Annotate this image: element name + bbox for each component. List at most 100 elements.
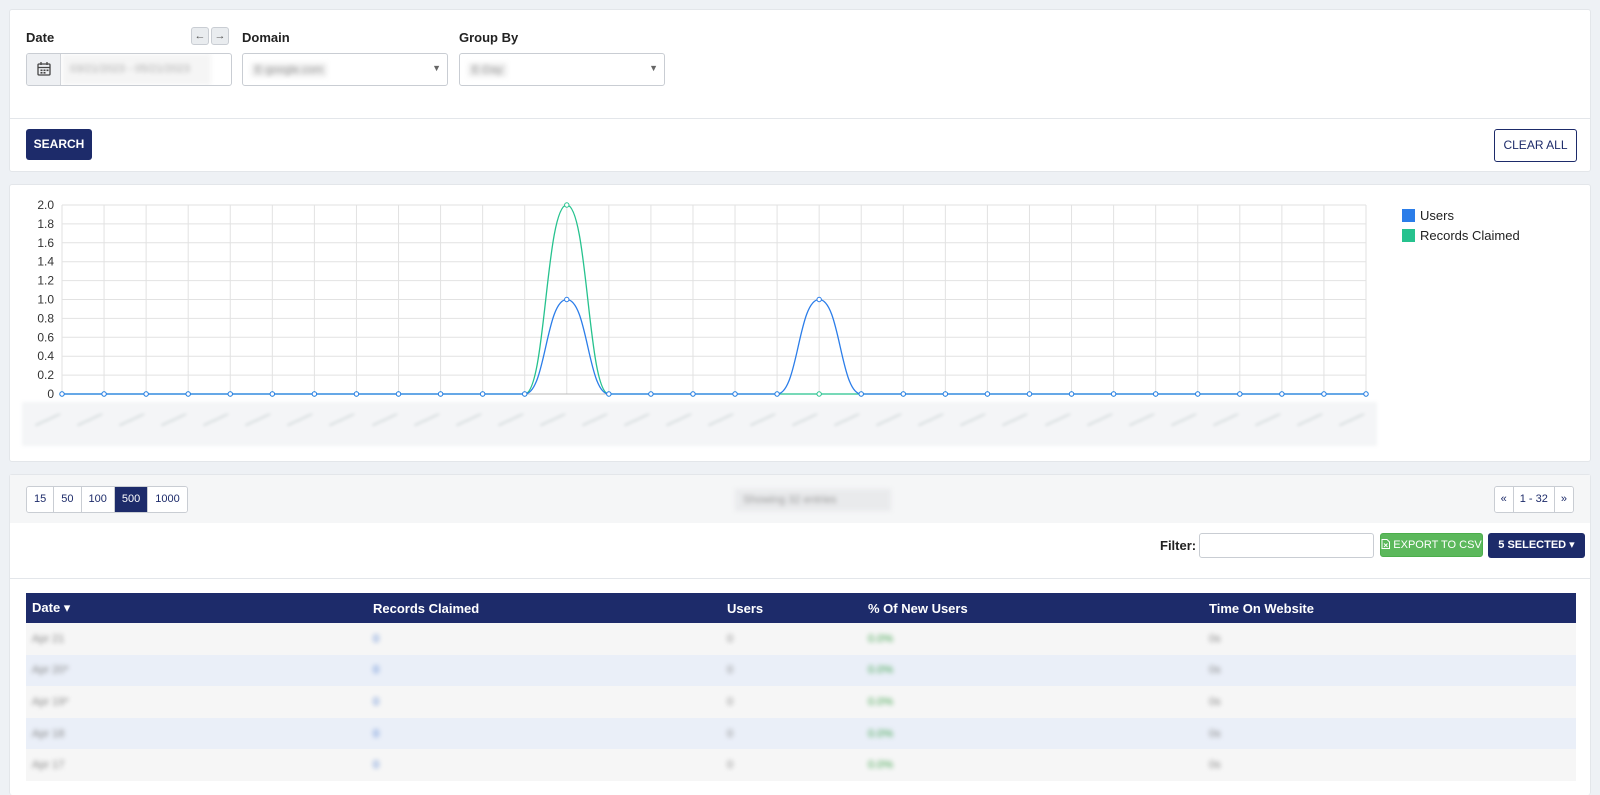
domain-select[interactable]: E-google.com ▼	[242, 53, 448, 86]
cell-records-claimed[interactable]: 0	[367, 686, 721, 718]
y-tick-label: 0.8	[37, 311, 54, 325]
data-point	[143, 391, 149, 397]
data-point	[1152, 391, 1159, 397]
data-point	[437, 391, 444, 397]
pagination: « 1 - 32 »	[1493, 486, 1574, 513]
cell-users: 0	[721, 623, 862, 655]
legend-swatch	[1402, 208, 1415, 222]
pager-next-button[interactable]: »	[1554, 487, 1573, 512]
prev-date-button[interactable]: ←	[191, 27, 209, 45]
data-point	[353, 391, 360, 397]
table-row: Apr 21 0 0 0.0% 0s	[26, 623, 1576, 655]
data-point	[227, 391, 233, 397]
cell-date: Apr 17	[26, 749, 367, 781]
page-size-option[interactable]: 1000	[148, 487, 187, 512]
data-point	[1321, 391, 1327, 397]
cell-records-claimed[interactable]: 0	[367, 623, 721, 655]
data-point	[1279, 391, 1285, 397]
date-range-field[interactable]: 03/21/2023 - 05/21/2023	[26, 53, 232, 86]
column-header-time-on-website[interactable]: Time On Website	[1203, 593, 1576, 623]
data-point	[606, 391, 612, 397]
export-csv-button[interactable]: EXPORT TO CSV	[1380, 533, 1483, 557]
legend-label: Users	[1420, 207, 1454, 223]
next-date-button[interactable]: →	[211, 27, 229, 45]
page-size-option[interactable]: 15	[27, 487, 55, 512]
cell-date: Apr 20*	[26, 654, 367, 687]
y-tick-label: 2.0	[37, 198, 54, 212]
pager-prev-button[interactable]: «	[1494, 487, 1514, 512]
column-header-records-claimed[interactable]: Records Claimed	[367, 593, 721, 623]
y-tick-label: 0.6	[37, 330, 54, 344]
table-row: Apr 17 0 0 0.0% 0s	[26, 749, 1576, 781]
data-point	[269, 391, 276, 397]
data-point	[858, 391, 864, 397]
cell-time-on-website: 0s	[1203, 749, 1576, 781]
data-point	[1068, 391, 1075, 397]
data-point	[185, 391, 191, 397]
cell-time-on-website: 0s	[1203, 654, 1576, 687]
pager-range-button[interactable]: 1 - 32	[1513, 487, 1555, 512]
search-button[interactable]: SEARCH	[26, 129, 92, 160]
chevron-down-icon: ▼	[649, 63, 658, 73]
export-csv-label: EXPORT TO CSV	[1393, 539, 1482, 551]
line-chart: 0 0.2 0.4 0.6 0.8 1.0 1.2 1.4 1.6 1.8 2.0	[37, 198, 1369, 401]
legend-item[interactable]: Records Claimed	[1402, 225, 1520, 245]
data-point	[1026, 391, 1033, 397]
cell-users: 0	[721, 686, 862, 718]
cell-records-claimed[interactable]: 0	[367, 654, 721, 687]
data-table: Date ▾ Records Claimed Users % Of New Us…	[26, 593, 1576, 781]
legend-item[interactable]: Users	[1402, 205, 1520, 225]
file-excel-icon	[1381, 539, 1393, 551]
y-tick-label: 0.2	[37, 368, 54, 382]
chart-legend: Users Records Claimed	[1402, 205, 1520, 245]
cell-new-users-pct: 0.0%	[862, 717, 1203, 750]
cell-records-claimed[interactable]: 0	[367, 749, 721, 781]
y-tick-label: 1.6	[37, 236, 54, 250]
data-point	[59, 391, 65, 397]
column-header-new-users[interactable]: % Of New Users	[862, 593, 1203, 623]
columns-selected-dropdown[interactable]: 5 SELECTED ▾	[1488, 533, 1585, 558]
cell-date: Apr 18	[26, 717, 367, 750]
column-header-date[interactable]: Date ▾	[26, 593, 367, 623]
table-header-row: Date ▾ Records Claimed Users % Of New Us…	[26, 593, 1576, 623]
page-size-option[interactable]: 500	[114, 487, 149, 512]
domain-value: E-google.com	[251, 63, 327, 77]
page-size-option[interactable]: 100	[81, 487, 115, 512]
data-point	[690, 391, 696, 397]
data-point	[816, 391, 822, 397]
cell-users: 0	[721, 717, 862, 750]
y-tick-label: 1.4	[37, 255, 54, 269]
calendar-icon[interactable]	[27, 54, 61, 85]
filter-panel: Date ← → 03/21/2023 - 05/21/2023 Domain …	[9, 9, 1591, 172]
cell-new-users-pct: 0.0%	[862, 686, 1203, 718]
chart-panel: ——— ——— ——— ——— ——— ——— ——— ——— ——— ——— ——— ——— ——— —…	[9, 184, 1591, 462]
data-point	[1110, 391, 1117, 397]
cell-date: Apr 21	[26, 623, 367, 655]
clear-all-button[interactable]: CLEAR ALL	[1494, 129, 1577, 162]
date-range-value[interactable]: 03/21/2023 - 05/21/2023	[62, 54, 211, 85]
data-point	[564, 202, 570, 208]
domain-label: Domain	[242, 30, 290, 45]
data-point	[311, 391, 318, 397]
cell-new-users-pct: 0.0%	[862, 623, 1203, 655]
divider	[10, 118, 1590, 119]
data-point	[816, 296, 822, 303]
series-line-users	[62, 298, 1366, 395]
data-point	[1195, 391, 1201, 397]
group-by-select[interactable]: E-Day ▼	[459, 53, 665, 86]
cell-records-claimed[interactable]: 0	[367, 717, 721, 750]
data-point	[522, 391, 528, 397]
filter-input[interactable]	[1199, 533, 1374, 558]
cell-date: Apr 19*	[26, 686, 367, 718]
table-row: Apr 20* 0 0 0.0% 0s	[26, 654, 1576, 687]
page-size-option[interactable]: 50	[54, 487, 82, 512]
data-point	[774, 391, 780, 397]
legend-swatch	[1402, 228, 1415, 242]
cell-users: 0	[721, 654, 862, 687]
y-tick-label: 1.8	[37, 217, 54, 231]
data-point	[984, 391, 991, 397]
column-header-users[interactable]: Users	[721, 593, 862, 623]
page-size-selector: 15 50 100 500 1000	[26, 486, 188, 513]
data-point	[564, 296, 570, 303]
y-tick-label: 1.0	[37, 293, 54, 307]
